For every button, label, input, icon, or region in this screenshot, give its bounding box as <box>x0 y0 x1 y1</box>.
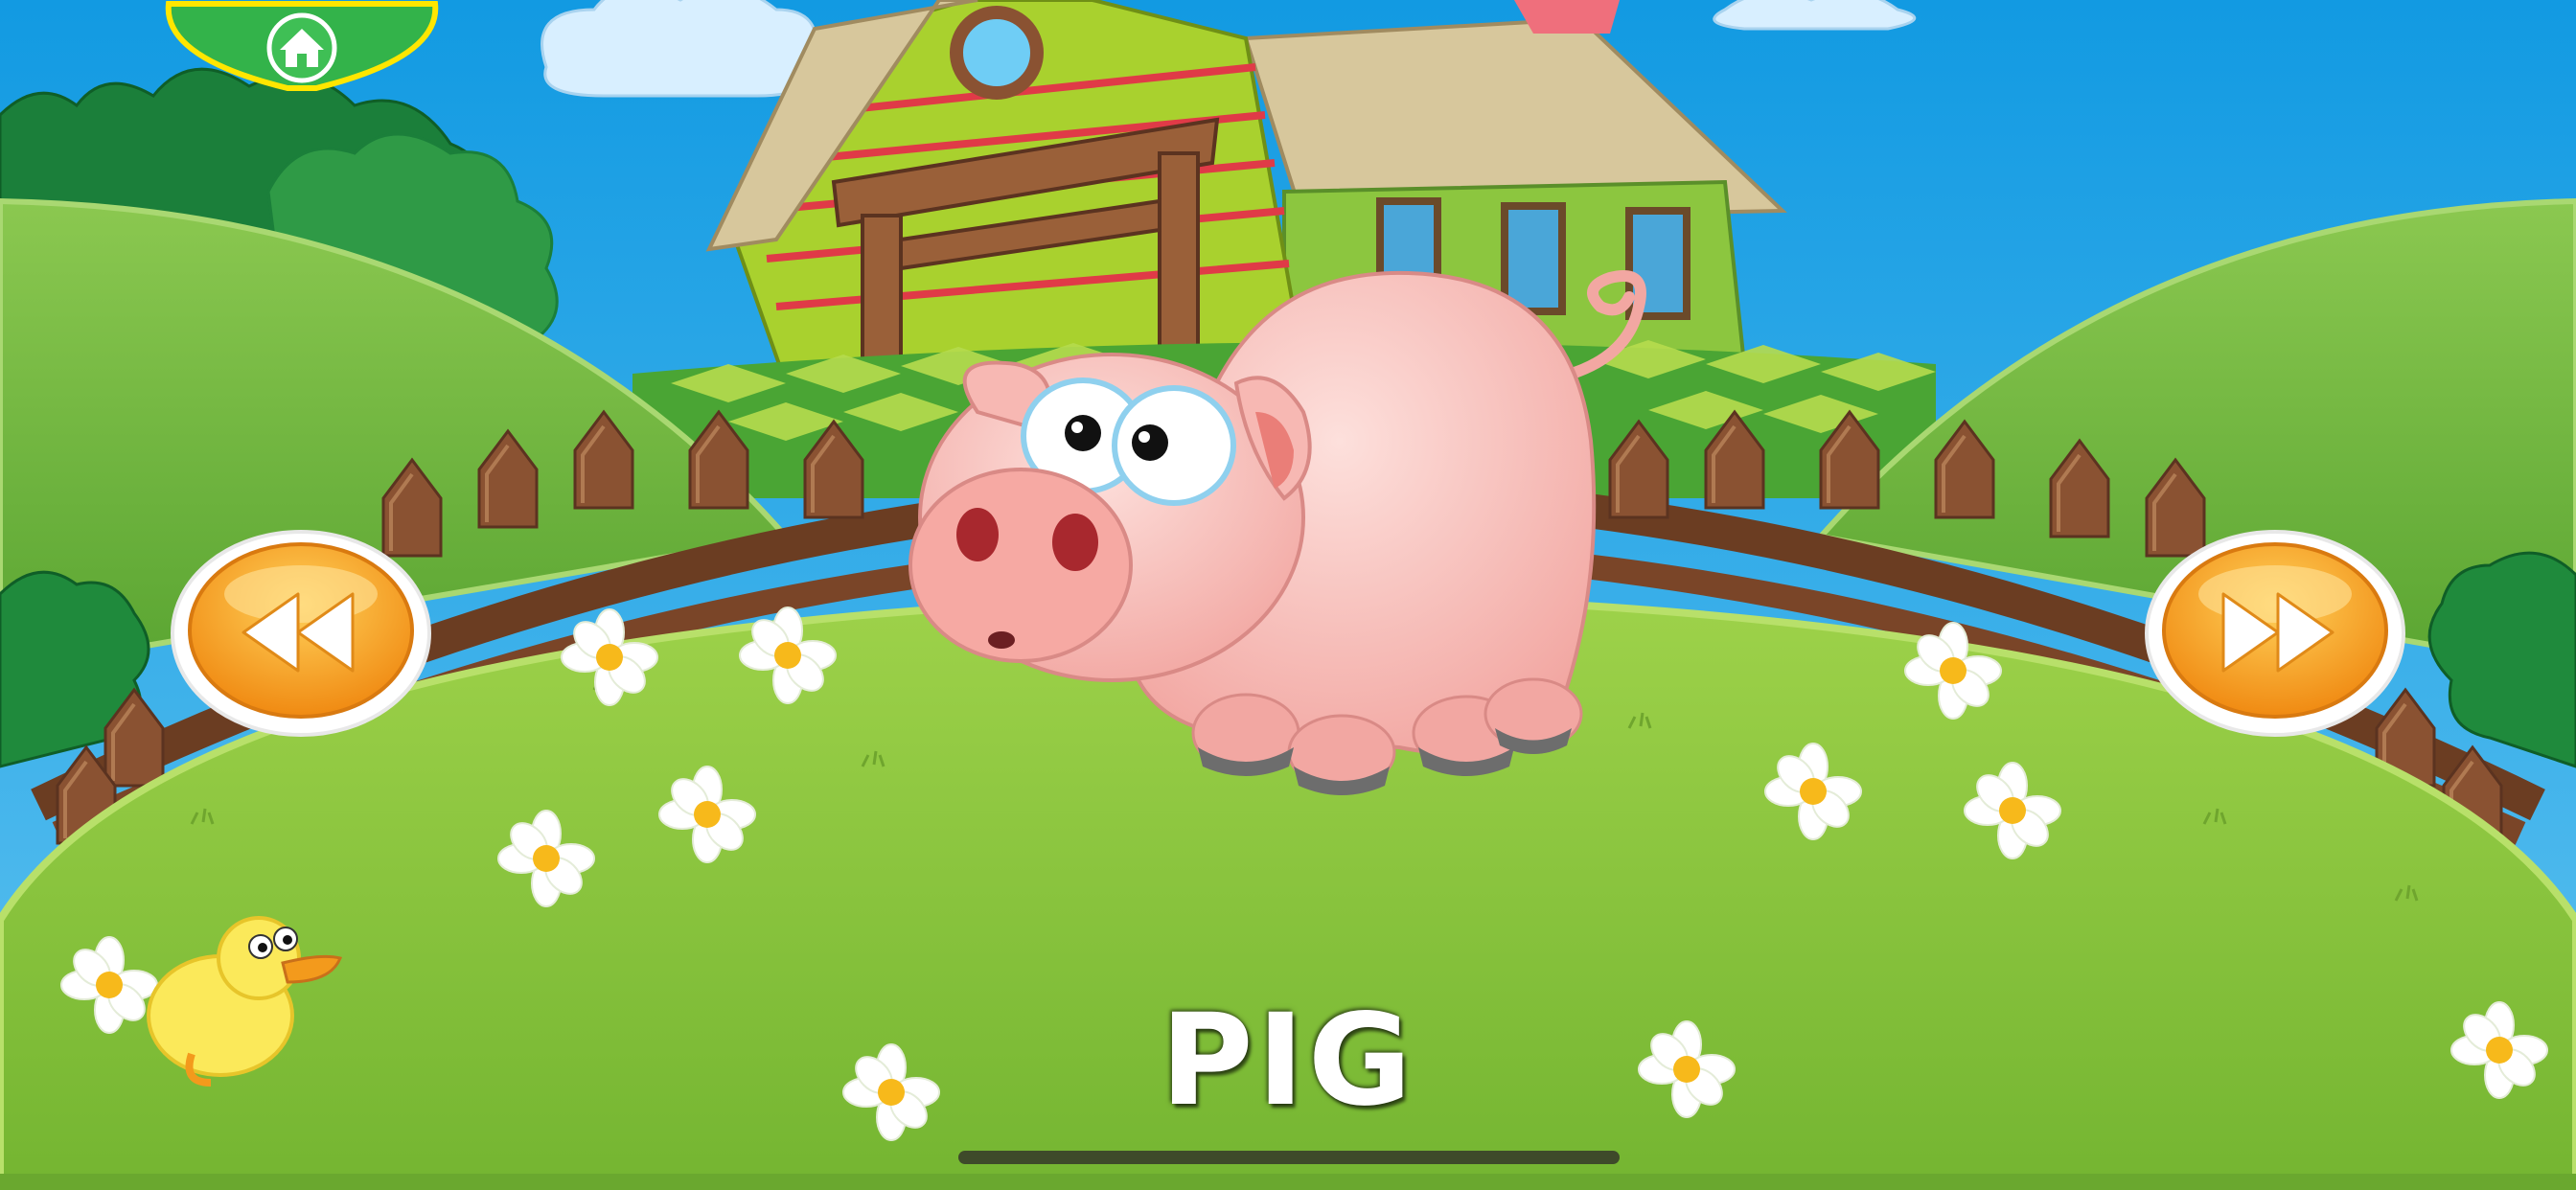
home-icon <box>266 12 337 83</box>
home-button[interactable] <box>163 0 441 96</box>
system-home-indicator[interactable] <box>958 1151 1620 1164</box>
next-animal-button[interactable] <box>2143 527 2407 740</box>
previous-animal-button[interactable] <box>169 527 433 740</box>
animal-name-label: PIG <box>1160 987 1416 1134</box>
